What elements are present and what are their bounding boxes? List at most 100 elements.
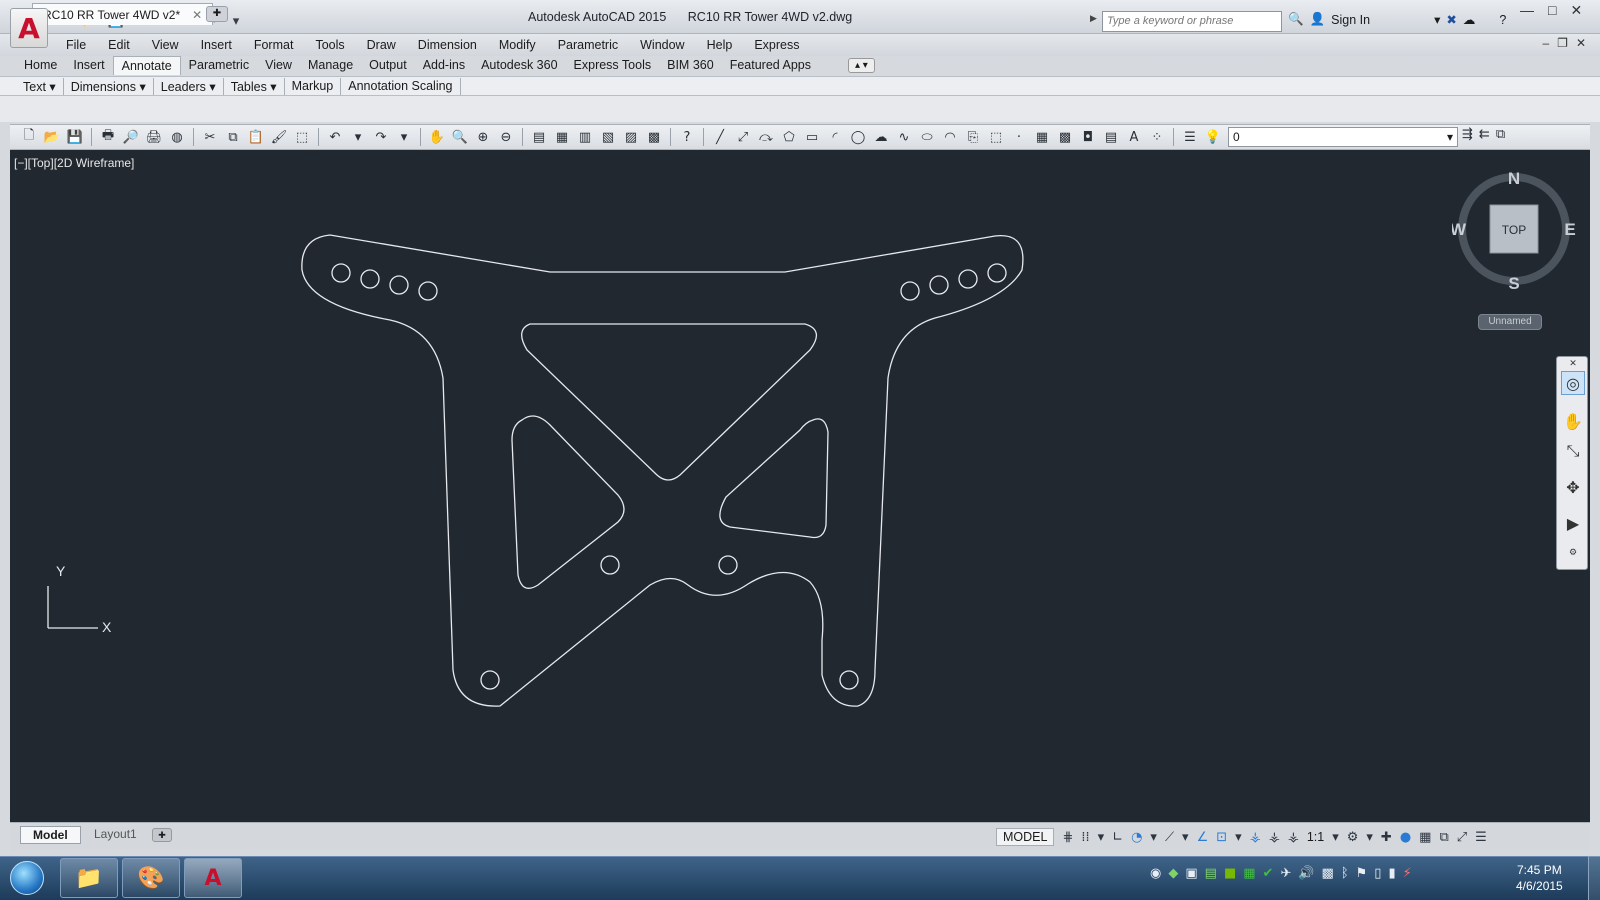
close-tab-icon[interactable]: ✕ (192, 8, 202, 22)
annotation-scale-value[interactable]: 1:1 (1307, 830, 1324, 844)
polar-tracking-icon[interactable]: ◔ (1131, 830, 1142, 845)
viewcube[interactable]: TOP N S E W (1452, 168, 1582, 298)
chevron-down-icon[interactable]: ▾ (1434, 12, 1440, 27)
chevron-down-icon[interactable]: ▾ (1332, 830, 1339, 845)
taskbar-explorer[interactable]: 📁 (60, 858, 118, 898)
zoom-previous-icon[interactable]: ⊖ (497, 128, 515, 146)
tray-app-icon[interactable]: ✔ (1263, 866, 1274, 881)
doc-close-icon[interactable]: ✕ (1576, 36, 1586, 50)
tray-app-icon[interactable]: ▦ (1243, 866, 1255, 881)
panel-dimensions[interactable]: Dimensions ▾ (64, 78, 154, 95)
spline-icon[interactable]: ∿ (895, 128, 913, 146)
undo-icon[interactable]: ↶ (326, 128, 344, 146)
pan-icon[interactable]: ✋ (428, 128, 446, 146)
isolate-objects-icon[interactable]: ● (1400, 830, 1411, 845)
tab-autodesk-360[interactable]: Autodesk 360 (473, 56, 565, 75)
ucs-menu[interactable]: Unnamed (1478, 314, 1542, 330)
application-menu-button[interactable]: A (10, 8, 48, 48)
tool-palettes-icon[interactable]: ▥ (576, 128, 594, 146)
volume-icon[interactable]: 🔊 (1298, 866, 1314, 881)
grid-icon[interactable]: ⋕ (1062, 830, 1073, 845)
layer-dropdown[interactable]: 0 ▾ (1228, 127, 1458, 147)
plot-preview-icon[interactable]: 🔎 (122, 128, 140, 146)
tab-parametric[interactable]: Parametric (181, 56, 257, 75)
navbar-options-icon[interactable]: ⚙ (1561, 547, 1585, 559)
tray-app-icon[interactable]: ◉ (1150, 866, 1161, 881)
zoom-window-icon[interactable]: ⊕ (474, 128, 492, 146)
power-icon[interactable]: ⚡ (1403, 866, 1412, 881)
action-center-flag-icon[interactable]: ⚑ (1356, 866, 1368, 881)
compass-east[interactable]: E (1564, 220, 1575, 239)
document-tab[interactable]: RC10 RR Tower 4WD v2* ✕ (32, 3, 214, 25)
menu-draw[interactable]: Draw (367, 38, 396, 52)
region-icon[interactable]: ◘ (1079, 128, 1097, 146)
menu-help[interactable]: Help (707, 38, 733, 52)
panel-annotation-scaling[interactable]: Annotation Scaling (341, 78, 461, 95)
table-icon[interactable]: ▤ (1102, 128, 1120, 146)
panel-markup[interactable]: Markup (285, 78, 342, 95)
auto-scale-icon[interactable]: ⚶ (1269, 830, 1280, 845)
ortho-mode-icon[interactable]: ∟ (1112, 830, 1123, 845)
layer-states-icon[interactable]: ⧉ (1496, 127, 1505, 142)
compass-west[interactable]: W (1452, 220, 1467, 239)
cut-icon[interactable]: ✂ (201, 128, 219, 146)
menu-window[interactable]: Window (640, 38, 684, 52)
markup-icon[interactable]: ▨ (622, 128, 640, 146)
close-navbar-icon[interactable]: ✕ (1561, 359, 1585, 369)
taskbar-clock[interactable]: 7:45 PM 4/6/2015 (1516, 862, 1563, 894)
polygon-icon[interactable]: ⬠ (780, 128, 798, 146)
tray-app-icon[interactable]: ▩ (1322, 866, 1334, 881)
search-expand-icon[interactable]: ▶ (1090, 13, 1097, 24)
autodesk-360-icon[interactable]: ☁ (1463, 12, 1476, 27)
orbit-icon[interactable]: ✥ (1561, 475, 1585, 499)
redo-icon[interactable]: ↷ (372, 128, 390, 146)
3d-print-icon[interactable]: ◍ (168, 128, 186, 146)
menu-express[interactable]: Express (754, 38, 799, 52)
tab-featured-apps[interactable]: Featured Apps (722, 56, 819, 75)
minimize-icon[interactable]: — (1520, 2, 1534, 19)
pan-icon[interactable]: ✋ (1561, 409, 1585, 433)
taskbar-autocad[interactable]: A (184, 858, 242, 898)
close-icon[interactable]: ✕ (1570, 2, 1582, 19)
quick-properties-icon[interactable]: ⧉ (1439, 830, 1448, 845)
paste-icon[interactable]: 📋 (247, 128, 265, 146)
open-icon[interactable]: 📂 (43, 128, 61, 146)
calculator-icon[interactable]: ▩ (645, 128, 663, 146)
tab-add-ins[interactable]: Add-ins (415, 56, 473, 75)
polyline-icon[interactable]: ⤼ (757, 128, 775, 146)
zoom-realtime-icon[interactable]: 🔍 (451, 128, 469, 146)
copy-icon[interactable]: ⧉ (224, 128, 242, 146)
ribbon-minimize-button[interactable]: ▴ ▾ (848, 58, 875, 73)
add-selected-icon[interactable]: ⁘ (1148, 128, 1166, 146)
exchange-icon[interactable]: ✖ (1446, 12, 1456, 27)
block-editor-icon[interactable]: ⬚ (293, 128, 311, 146)
network-signal-icon[interactable]: ▮ (1388, 866, 1395, 881)
tray-app-icon[interactable]: ◆ (1168, 866, 1178, 881)
construction-line-icon[interactable]: ⤢ (734, 128, 752, 146)
tab-home[interactable]: Home (16, 56, 65, 75)
menu-dimension[interactable]: Dimension (418, 38, 477, 52)
redo-dropdown-icon[interactable]: ▾ (395, 128, 413, 146)
object-snap-tracking-icon[interactable]: ∠ (1197, 830, 1209, 845)
make-block-icon[interactable]: ⬚ (987, 128, 1005, 146)
menu-modify[interactable]: Modify (499, 38, 536, 52)
sign-in-button[interactable]: Sign In (1331, 13, 1370, 27)
help-icon[interactable]: ? (678, 128, 696, 146)
clean-screen-icon[interactable]: ⤢ (1457, 830, 1467, 845)
match-properties-icon[interactable]: 🖌 (270, 128, 288, 146)
circle-icon[interactable]: ◯ (849, 128, 867, 146)
compass-north[interactable]: N (1508, 169, 1520, 188)
multiline-text-icon[interactable]: A (1125, 128, 1143, 146)
tray-app-icon[interactable]: ▣ (1185, 866, 1197, 881)
tray-app-icon[interactable]: ✈ (1280, 866, 1291, 881)
nvidia-icon[interactable]: ■ (1224, 866, 1236, 881)
tab-layout1[interactable]: Layout1 (82, 826, 149, 844)
taskbar-paint[interactable]: 🎨 (122, 858, 180, 898)
steering-wheel-icon[interactable]: ◎ (1561, 371, 1585, 395)
hardware-acceleration-icon[interactable]: ▦ (1419, 830, 1431, 845)
annotation-scale-icon[interactable]: ⚶ (1288, 830, 1299, 845)
compass-south[interactable]: S (1508, 274, 1519, 293)
tab-bim-360[interactable]: BIM 360 (659, 56, 722, 75)
maximize-icon[interactable]: □ (1548, 2, 1556, 19)
isodraft-icon[interactable]: ⟋ (1165, 830, 1174, 845)
